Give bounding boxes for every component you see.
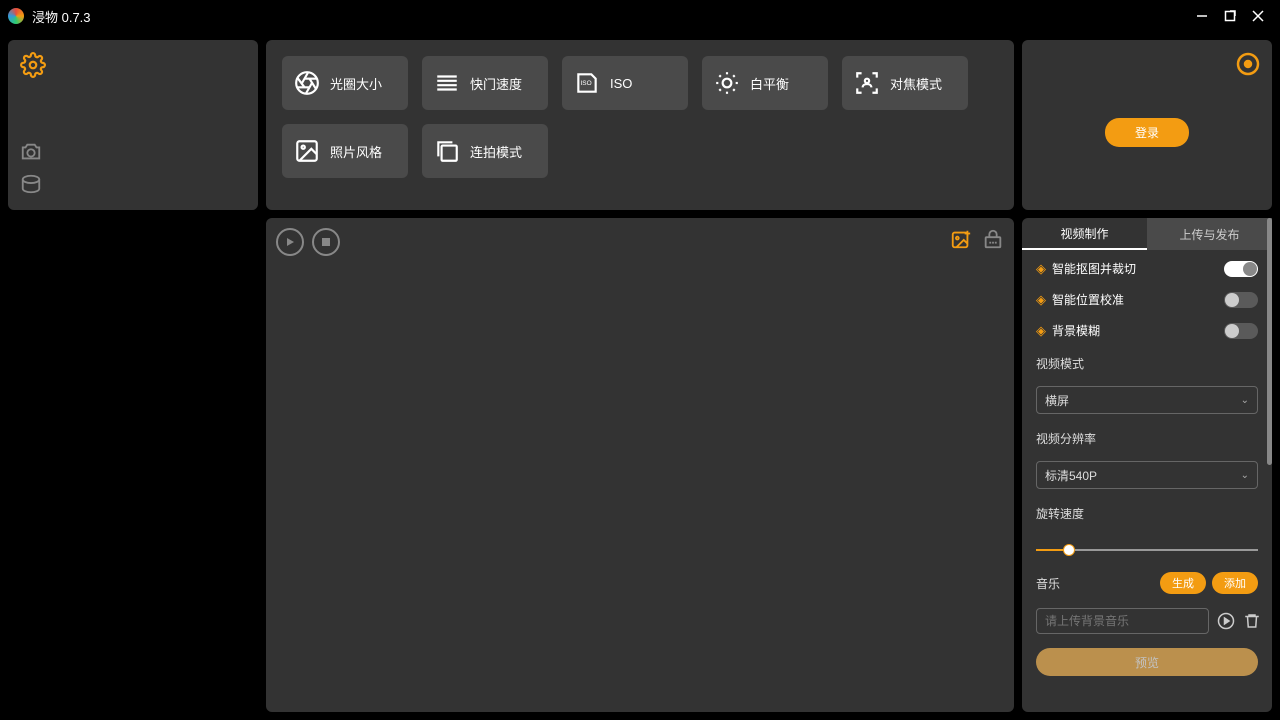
shutter-icon xyxy=(434,70,460,96)
tab-video[interactable]: 视频制作 xyxy=(1022,218,1147,250)
tile-white-balance[interactable]: 白平衡 xyxy=(702,56,828,110)
music-label: 音乐 xyxy=(1036,575,1060,592)
preview-panel xyxy=(266,218,1014,712)
burst-icon xyxy=(434,138,460,164)
toggle-smart-align: ◈ 智能位置校准 xyxy=(1036,291,1258,308)
rotation-label: 旋转速度 xyxy=(1036,505,1258,522)
settings-panel: 视频制作 上传与发布 ◈ 智能抠图并裁切 ◈ 智能位置校准 ◈ xyxy=(1022,218,1272,712)
image-icon xyxy=(294,138,320,164)
music-input[interactable] xyxy=(1036,608,1209,634)
tile-iso[interactable]: ISO ISO xyxy=(562,56,688,110)
chevron-down-icon: ⌄ xyxy=(1241,470,1249,481)
select-value: 横屏 xyxy=(1045,392,1069,409)
video-mode-label: 视频模式 xyxy=(1036,355,1258,372)
camera-settings-panel: 光圈大小 快门速度 ISO ISO 白平衡 xyxy=(266,40,1014,210)
sun-icon xyxy=(714,70,740,96)
tile-shutter[interactable]: 快门速度 xyxy=(422,56,548,110)
iso-icon: ISO xyxy=(574,70,600,96)
tile-burst[interactable]: 连拍模式 xyxy=(422,124,548,178)
stop-button[interactable] xyxy=(312,228,340,256)
login-button[interactable]: 登录 xyxy=(1105,118,1189,147)
camera-icon[interactable] xyxy=(20,141,42,166)
play-button[interactable] xyxy=(276,228,304,256)
play-music-icon[interactable] xyxy=(1217,611,1235,631)
tile-label: ISO xyxy=(610,76,632,91)
focus-icon xyxy=(854,70,880,96)
toggle-label: 智能抠图并裁切 xyxy=(1052,260,1136,277)
minimize-button[interactable] xyxy=(1188,2,1216,30)
close-button[interactable] xyxy=(1244,2,1272,30)
titlebar: 浸物 0.7.3 xyxy=(0,0,1280,32)
lock-icon[interactable] xyxy=(982,228,1004,253)
login-panel: 登录 xyxy=(1022,40,1272,210)
disk-icon[interactable] xyxy=(20,173,42,198)
add-image-icon[interactable] xyxy=(950,228,972,253)
diamond-icon: ◈ xyxy=(1036,261,1046,277)
toggle-label: 背景模糊 xyxy=(1052,322,1100,339)
account-icon[interactable] xyxy=(1236,52,1260,79)
tile-label: 快门速度 xyxy=(470,74,522,93)
tile-style[interactable]: 照片风格 xyxy=(282,124,408,178)
delete-icon[interactable] xyxy=(1243,611,1261,631)
switch-smart-crop[interactable] xyxy=(1224,261,1258,277)
tile-label: 连拍模式 xyxy=(470,142,522,161)
select-video-mode[interactable]: 横屏 ⌄ xyxy=(1036,386,1258,414)
svg-text:ISO: ISO xyxy=(581,80,592,87)
select-resolution[interactable]: 标清540P ⌄ xyxy=(1036,461,1258,489)
add-button[interactable]: 添加 xyxy=(1212,572,1258,594)
maximize-button[interactable] xyxy=(1216,2,1244,30)
aperture-icon xyxy=(294,70,320,96)
tile-focus[interactable]: 对焦模式 xyxy=(842,56,968,110)
tile-label: 照片风格 xyxy=(330,142,382,161)
preview-button[interactable]: 预览 xyxy=(1036,648,1258,676)
diamond-icon: ◈ xyxy=(1036,292,1046,308)
switch-smart-align[interactable] xyxy=(1224,292,1258,308)
app-title: 浸物 0.7.3 xyxy=(32,7,91,26)
settings-icon[interactable] xyxy=(20,52,46,81)
generate-button[interactable]: 生成 xyxy=(1160,572,1206,594)
switch-bg-blur[interactable] xyxy=(1224,323,1258,339)
tile-label: 光圈大小 xyxy=(330,74,382,93)
chevron-down-icon: ⌄ xyxy=(1241,395,1249,406)
tile-label: 白平衡 xyxy=(750,74,789,93)
diamond-icon: ◈ xyxy=(1036,323,1046,339)
toggle-smart-crop: ◈ 智能抠图并裁切 xyxy=(1036,260,1258,277)
app-logo-icon xyxy=(8,8,24,24)
tile-label: 对焦模式 xyxy=(890,74,942,93)
toggle-bg-blur: ◈ 背景模糊 xyxy=(1036,322,1258,339)
tab-upload[interactable]: 上传与发布 xyxy=(1147,218,1272,250)
select-value: 标清540P xyxy=(1045,467,1097,484)
tile-aperture[interactable]: 光圈大小 xyxy=(282,56,408,110)
left-panel xyxy=(8,40,258,210)
rotation-slider[interactable] xyxy=(1036,542,1258,558)
toggle-label: 智能位置校准 xyxy=(1052,291,1124,308)
resolution-label: 视频分辨率 xyxy=(1036,430,1258,447)
